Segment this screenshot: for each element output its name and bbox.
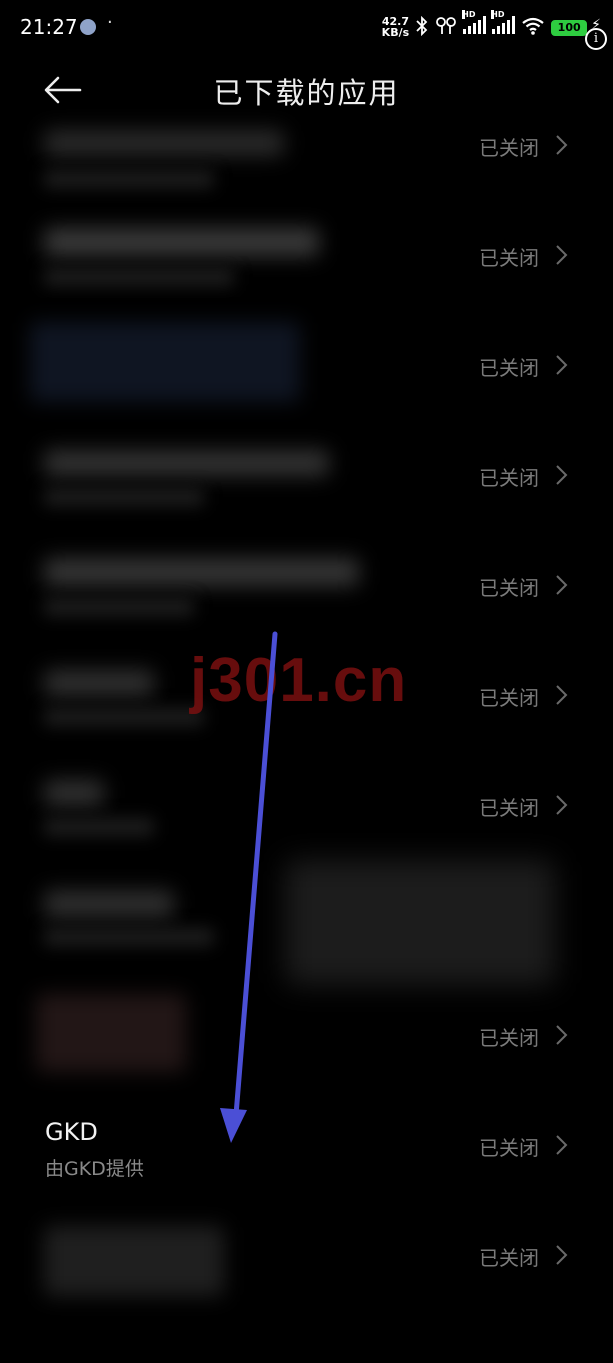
app-name-blurred — [44, 450, 329, 476]
app-name-blurred — [44, 130, 284, 156]
chevron-right-icon — [556, 575, 568, 595]
watermark: j301.cn — [190, 646, 408, 715]
chevron-right-icon — [556, 465, 568, 485]
app-name-blurred — [44, 1226, 224, 1296]
app-row-9[interactable]: 已关闭 — [0, 980, 613, 1090]
app-status: 已关闭 — [479, 356, 539, 380]
app-status: 已关闭 — [479, 576, 539, 600]
app-status: 已关闭 — [479, 1246, 539, 1270]
app-status: 已关闭 — [479, 136, 539, 160]
chevron-right-icon — [556, 355, 568, 375]
app-row-1[interactable]: 已关闭 — [0, 90, 613, 200]
app-name-blurred — [44, 670, 154, 696]
chevron-right-icon — [556, 685, 568, 705]
app-subtitle-blurred — [44, 268, 234, 286]
network-speed: 42.7 KB/s — [382, 16, 409, 38]
chevron-right-icon — [556, 1245, 568, 1265]
app-status: 已关闭 — [479, 246, 539, 270]
app-status: 已关闭 — [479, 1026, 539, 1050]
signal-1-icon: HD — [462, 10, 487, 34]
app-row-gkd[interactable]: GKD 由GKD提供 已关闭 — [0, 1090, 613, 1200]
app-subtitle-blurred — [44, 818, 154, 836]
app-row-2[interactable]: 已关闭 — [0, 200, 613, 310]
hd-label: HD — [462, 10, 476, 19]
app-status: 已关闭 — [479, 796, 539, 820]
app-subtitle-blurred — [44, 488, 204, 506]
status-bar: 21:27 · 42.7 KB/s HD HD 100 ⚡ i — [0, 0, 613, 56]
app-name-blurred — [30, 322, 300, 402]
chevron-right-icon — [556, 1025, 568, 1045]
app-name-blurred — [44, 780, 104, 806]
blurred-popup-overlay — [285, 860, 555, 985]
app-row-5[interactable]: 已关闭 — [0, 530, 613, 640]
chevron-right-icon — [556, 1135, 568, 1155]
wifi-icon — [521, 16, 545, 40]
app-name-blurred — [44, 558, 359, 586]
app-subtitle-blurred — [44, 708, 204, 726]
app-name: GKD — [45, 1118, 98, 1146]
app-name-blurred — [44, 228, 319, 256]
app-status: 已关闭 — [479, 466, 539, 490]
chevron-right-icon — [556, 795, 568, 815]
battery-icon: 100 — [551, 20, 588, 36]
battery-level: 100 — [557, 21, 581, 34]
status-time: 21:27 — [20, 15, 78, 39]
hd-label: HD — [491, 10, 505, 19]
chevron-right-icon — [556, 135, 568, 155]
chevron-right-icon — [556, 245, 568, 265]
network-speed-unit: KB/s — [381, 26, 410, 39]
notification-app-icon — [80, 19, 96, 35]
app-row-4[interactable]: 已关闭 — [0, 420, 613, 530]
app-subtitle-blurred — [44, 928, 214, 946]
notification-dot: · — [107, 12, 113, 33]
app-subtitle-blurred — [44, 170, 214, 188]
app-row-3[interactable]: 已关闭 — [0, 310, 613, 420]
app-row-7[interactable]: 已关闭 — [0, 750, 613, 860]
app-subtitle-blurred — [44, 598, 194, 616]
info-icon: i — [585, 28, 607, 50]
earbuds-icon — [435, 16, 457, 40]
status-icons: 42.7 KB/s HD HD 100 ⚡ — [382, 10, 601, 48]
bluetooth-icon — [415, 15, 429, 40]
app-name-blurred — [36, 994, 186, 1072]
app-subtitle: 由GKD提供 — [45, 1158, 144, 1180]
app-name-blurred — [44, 890, 174, 918]
app-status: 已关闭 — [479, 1136, 539, 1160]
app-row-11[interactable]: 已关闭 — [0, 1200, 613, 1310]
signal-2-icon: HD — [491, 10, 516, 34]
app-status: 已关闭 — [479, 686, 539, 710]
